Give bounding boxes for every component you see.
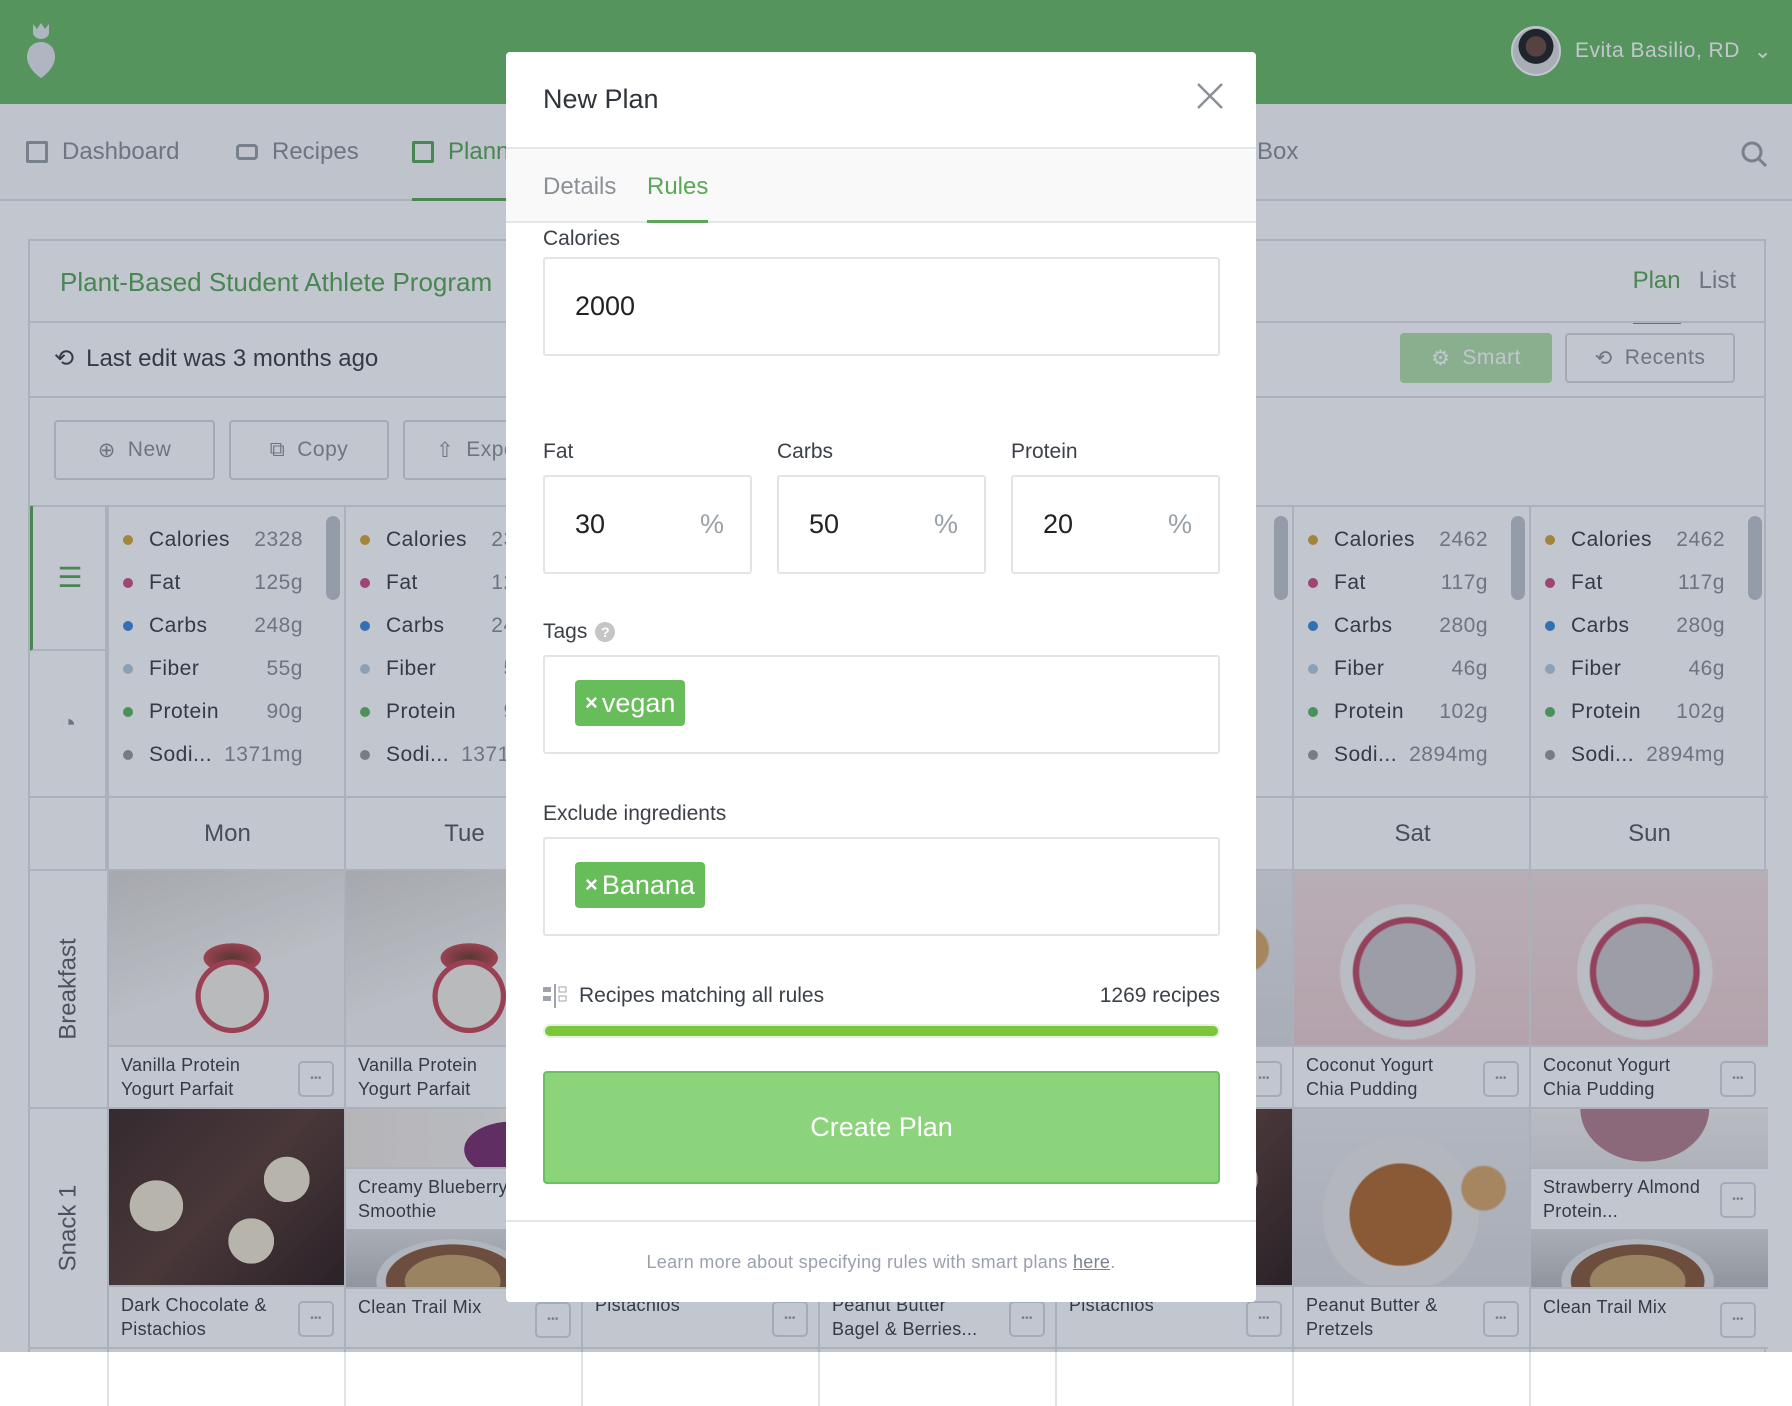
percent-suffix: % (1167, 509, 1192, 539)
fat-input[interactable]: 30% (543, 475, 752, 574)
fat-value: 30 (575, 509, 606, 539)
footer-period: . (1110, 1252, 1116, 1272)
modal-title: New Plan (543, 84, 659, 114)
calories-input[interactable]: 2000 (543, 257, 1220, 356)
matching-summary: Recipes matching all rules 1269 recipes (543, 984, 1220, 1008)
tags-label: Tags (543, 620, 588, 643)
tag-chip-vegan: × vegan (575, 680, 686, 726)
calories-value: 2000 (575, 291, 636, 321)
help-icon[interactable]: ? (595, 622, 616, 642)
percent-suffix: % (699, 509, 724, 539)
divider (506, 1220, 1256, 1222)
remove-ingredient-icon[interactable]: × (585, 872, 598, 898)
modal-footer: Learn more about specifying rules with s… (506, 1252, 1256, 1273)
tags-input[interactable]: × vegan (543, 655, 1220, 754)
exclude-ingredients-input[interactable]: × Banana (543, 837, 1220, 936)
percent-suffix: % (933, 509, 958, 539)
carbs-input[interactable]: 50% (777, 475, 986, 574)
tags-label-row: Tags? (543, 620, 616, 644)
matching-progress-fill (545, 1026, 1218, 1036)
close-icon[interactable] (1192, 78, 1228, 114)
tab-details[interactable]: Details (543, 173, 616, 201)
filter-columns-icon (543, 984, 567, 1008)
remove-tag-icon[interactable]: × (585, 690, 598, 716)
carbs-label: Carbs (777, 440, 834, 463)
matching-progress-bar (543, 1024, 1220, 1038)
calories-label: Calories (543, 227, 621, 250)
matching-count: 1269 recipes (1099, 984, 1220, 1007)
protein-input[interactable]: 20% (1011, 475, 1220, 574)
ingredient-label: Banana (601, 869, 695, 900)
create-plan-button[interactable]: Create Plan (543, 1071, 1220, 1184)
tag-label: vegan (601, 687, 676, 718)
modal-tabs: Details Rules (506, 147, 1256, 223)
exclude-label: Exclude ingredients (543, 802, 727, 825)
new-plan-modal: New Plan Details Rules Calories 2000 Fat… (506, 52, 1256, 1302)
matching-label: Recipes matching all rules (579, 984, 825, 1007)
protein-label: Protein (1011, 440, 1078, 463)
carbs-value: 50 (809, 509, 840, 539)
tab-rules[interactable]: Rules (647, 173, 709, 223)
help-link[interactable]: here (1073, 1252, 1110, 1272)
ingredient-chip-banana: × Banana (575, 862, 705, 908)
footer-text: Learn more about specifying rules with s… (646, 1252, 1073, 1272)
fat-label: Fat (543, 440, 574, 463)
protein-value: 20 (1043, 509, 1074, 539)
